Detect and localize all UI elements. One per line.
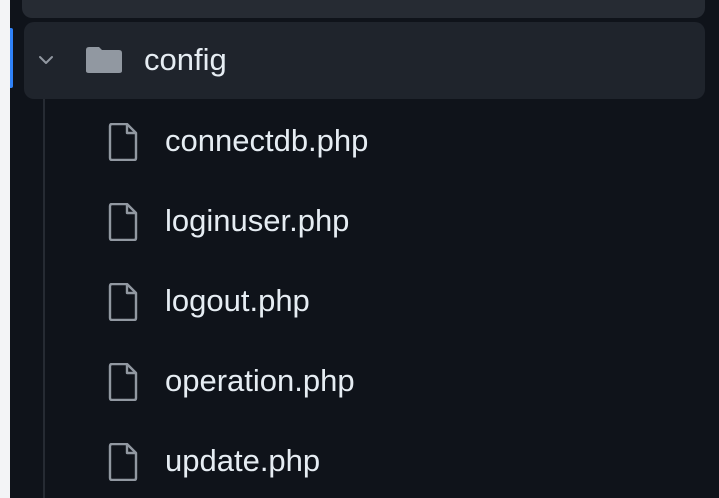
folder-name: config [144, 42, 227, 77]
file-row[interactable]: logout.php [94, 278, 694, 328]
previous-row-edge [22, 0, 705, 18]
folder-icon [86, 47, 122, 73]
file-name: update.php [165, 443, 321, 478]
file-row[interactable]: update.php [94, 438, 694, 488]
file-icon [108, 123, 138, 161]
file-name: logout.php [165, 283, 310, 318]
file-row[interactable]: connectdb.php [94, 118, 694, 168]
folder-row-config[interactable]: config [24, 22, 705, 99]
file-name: loginuser.php [165, 203, 350, 238]
file-icon [108, 443, 138, 481]
chevron-down-icon[interactable] [34, 48, 58, 72]
file-explorer: config connectdb.php loginuser.php logou… [10, 0, 719, 498]
file-icon [108, 203, 138, 241]
file-name: connectdb.php [165, 123, 369, 158]
file-icon [108, 283, 138, 321]
file-icon [108, 363, 138, 401]
file-row[interactable]: loginuser.php [94, 198, 694, 248]
tree-indent-guide [43, 99, 45, 498]
active-indicator [10, 28, 13, 88]
file-name: operation.php [165, 363, 355, 398]
file-row[interactable]: operation.php [94, 358, 694, 408]
